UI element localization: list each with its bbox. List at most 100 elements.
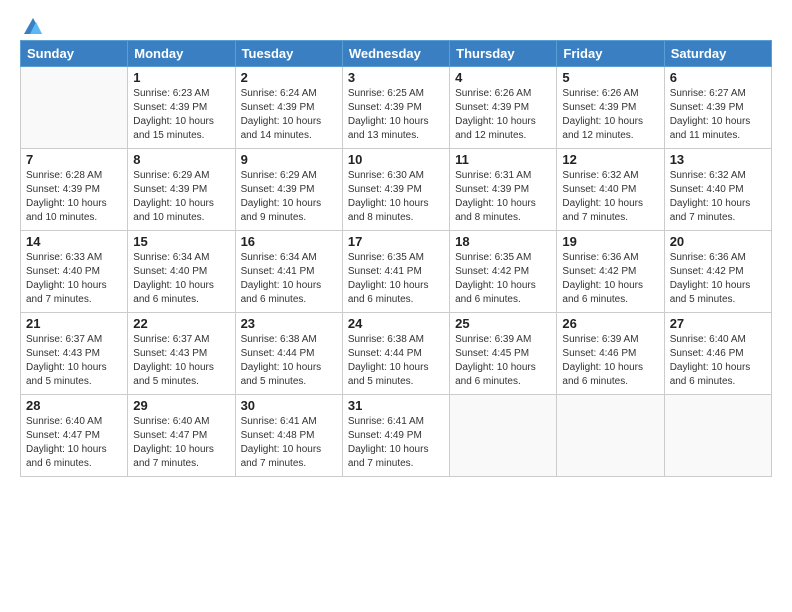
day-info: Sunrise: 6:41 AM Sunset: 4:48 PM Dayligh…: [241, 415, 337, 471]
calendar-cell: [557, 395, 664, 477]
calendar-cell: 9 Sunrise: 6:29 AM Sunset: 4:39 PM Daylig…: [235, 149, 342, 231]
calendar-table: SundayMondayTuesdayWednesdayThursdayFrid…: [20, 40, 772, 477]
day-info: Sunrise: 6:32 AM Sunset: 4:40 PM Dayligh…: [670, 169, 766, 225]
day-number: 13: [670, 152, 766, 167]
calendar-cell: 25Sunrise: 6:39 AM Sunset: 4:45 PM Dayli…: [450, 313, 557, 395]
calendar-cell: 1 Sunrise: 6:23 AM Sunset: 4:39 PM Daylig…: [128, 67, 235, 149]
calendar-cell: 31 Sunrise: 6:41 AM Sunset: 4:49 PM Dayli…: [342, 395, 449, 477]
day-info: Sunrise: 6:34 AM Sunset: 4:41 PM Dayligh…: [241, 251, 337, 307]
day-number: 19: [562, 234, 658, 249]
logo: [20, 18, 44, 34]
day-info: Sunrise: 6:41 AM Sunset: 4:49 PM Dayligh…: [348, 415, 444, 471]
day-info: Sunrise: 6:28 AM Sunset: 4:39 PM Dayligh…: [26, 169, 122, 225]
calendar-week-row: 1 Sunrise: 6:23 AM Sunset: 4:39 PM Daylig…: [21, 67, 772, 149]
day-number: 9: [241, 152, 337, 167]
page: SundayMondayTuesdayWednesdayThursdayFrid…: [0, 0, 792, 612]
day-info: Sunrise: 6:29 AM Sunset: 4:39 PM Dayligh…: [241, 169, 337, 225]
day-number: 2: [241, 70, 337, 85]
day-number: 28: [26, 398, 122, 413]
day-number: 8: [133, 152, 229, 167]
day-info: Sunrise: 6:30 AM Sunset: 4:39 PM Dayligh…: [348, 169, 444, 225]
day-info: Sunrise: 6:36 AM Sunset: 4:42 PM Dayligh…: [562, 251, 658, 307]
day-number: 11: [455, 152, 551, 167]
day-number: 1: [133, 70, 229, 85]
day-number: 15: [133, 234, 229, 249]
calendar-cell: 14 Sunrise: 6:33 AM Sunset: 4:40 PM Dayli…: [21, 231, 128, 313]
calendar-day-header: Thursday: [450, 41, 557, 67]
calendar-cell: 11 Sunrise: 6:31 AM Sunset: 4:39 PM Dayli…: [450, 149, 557, 231]
calendar-cell: 23 Sunrise: 6:38 AM Sunset: 4:44 PM Dayli…: [235, 313, 342, 395]
calendar-cell: 13 Sunrise: 6:32 AM Sunset: 4:40 PM Dayli…: [664, 149, 771, 231]
day-number: 20: [670, 234, 766, 249]
calendar-week-row: 14 Sunrise: 6:33 AM Sunset: 4:40 PM Dayli…: [21, 231, 772, 313]
day-number: 29: [133, 398, 229, 413]
calendar-cell: 5Sunrise: 6:26 AM Sunset: 4:39 PM Daylig…: [557, 67, 664, 149]
logo-icon: [22, 16, 44, 38]
day-info: Sunrise: 6:26 AM Sunset: 4:39 PM Dayligh…: [455, 87, 551, 143]
calendar-cell: 27 Sunrise: 6:40 AM Sunset: 4:46 PM Dayli…: [664, 313, 771, 395]
calendar-cell: [664, 395, 771, 477]
day-number: 17: [348, 234, 444, 249]
day-number: 23: [241, 316, 337, 331]
day-info: Sunrise: 6:25 AM Sunset: 4:39 PM Dayligh…: [348, 87, 444, 143]
calendar-cell: 30 Sunrise: 6:41 AM Sunset: 4:48 PM Dayli…: [235, 395, 342, 477]
day-number: 25: [455, 316, 551, 331]
calendar-week-row: 7 Sunrise: 6:28 AM Sunset: 4:39 PM Daylig…: [21, 149, 772, 231]
calendar-cell: 28 Sunrise: 6:40 AM Sunset: 4:47 PM Dayli…: [21, 395, 128, 477]
day-info: Sunrise: 6:36 AM Sunset: 4:42 PM Dayligh…: [670, 251, 766, 307]
day-info: Sunrise: 6:40 AM Sunset: 4:47 PM Dayligh…: [26, 415, 122, 471]
day-number: 31: [348, 398, 444, 413]
calendar-header-row: SundayMondayTuesdayWednesdayThursdayFrid…: [21, 41, 772, 67]
day-info: Sunrise: 6:38 AM Sunset: 4:44 PM Dayligh…: [348, 333, 444, 389]
calendar-day-header: Sunday: [21, 41, 128, 67]
calendar-cell: 26Sunrise: 6:39 AM Sunset: 4:46 PM Dayli…: [557, 313, 664, 395]
day-number: 7: [26, 152, 122, 167]
day-number: 24: [348, 316, 444, 331]
calendar-cell: 21 Sunrise: 6:37 AM Sunset: 4:43 PM Dayli…: [21, 313, 128, 395]
day-info: Sunrise: 6:23 AM Sunset: 4:39 PM Dayligh…: [133, 87, 229, 143]
day-number: 18: [455, 234, 551, 249]
day-number: 6: [670, 70, 766, 85]
calendar-cell: 12Sunrise: 6:32 AM Sunset: 4:40 PM Dayli…: [557, 149, 664, 231]
day-info: Sunrise: 6:34 AM Sunset: 4:40 PM Dayligh…: [133, 251, 229, 307]
calendar-cell: 18 Sunrise: 6:35 AM Sunset: 4:42 PM Dayli…: [450, 231, 557, 313]
day-number: 30: [241, 398, 337, 413]
day-number: 12: [562, 152, 658, 167]
calendar-day-header: Friday: [557, 41, 664, 67]
day-number: 16: [241, 234, 337, 249]
calendar-cell: 7 Sunrise: 6:28 AM Sunset: 4:39 PM Daylig…: [21, 149, 128, 231]
calendar-cell: [21, 67, 128, 149]
day-info: Sunrise: 6:40 AM Sunset: 4:47 PM Dayligh…: [133, 415, 229, 471]
calendar-cell: 24 Sunrise: 6:38 AM Sunset: 4:44 PM Dayli…: [342, 313, 449, 395]
calendar-cell: [450, 395, 557, 477]
calendar-cell: 10 Sunrise: 6:30 AM Sunset: 4:39 PM Dayli…: [342, 149, 449, 231]
day-number: 10: [348, 152, 444, 167]
calendar-cell: 20 Sunrise: 6:36 AM Sunset: 4:42 PM Dayli…: [664, 231, 771, 313]
calendar-cell: 8 Sunrise: 6:29 AM Sunset: 4:39 PM Daylig…: [128, 149, 235, 231]
day-info: Sunrise: 6:24 AM Sunset: 4:39 PM Dayligh…: [241, 87, 337, 143]
day-info: Sunrise: 6:39 AM Sunset: 4:46 PM Dayligh…: [562, 333, 658, 389]
calendar-week-row: 28 Sunrise: 6:40 AM Sunset: 4:47 PM Dayli…: [21, 395, 772, 477]
day-info: Sunrise: 6:29 AM Sunset: 4:39 PM Dayligh…: [133, 169, 229, 225]
day-info: Sunrise: 6:27 AM Sunset: 4:39 PM Dayligh…: [670, 87, 766, 143]
calendar-cell: 15 Sunrise: 6:34 AM Sunset: 4:40 PM Dayli…: [128, 231, 235, 313]
day-number: 22: [133, 316, 229, 331]
day-number: 5: [562, 70, 658, 85]
header: [20, 18, 772, 34]
day-info: Sunrise: 6:37 AM Sunset: 4:43 PM Dayligh…: [26, 333, 122, 389]
day-info: Sunrise: 6:35 AM Sunset: 4:42 PM Dayligh…: [455, 251, 551, 307]
day-info: Sunrise: 6:38 AM Sunset: 4:44 PM Dayligh…: [241, 333, 337, 389]
day-info: Sunrise: 6:33 AM Sunset: 4:40 PM Dayligh…: [26, 251, 122, 307]
day-number: 21: [26, 316, 122, 331]
calendar-day-header: Saturday: [664, 41, 771, 67]
day-number: 14: [26, 234, 122, 249]
calendar-cell: 19 Sunrise: 6:36 AM Sunset: 4:42 PM Dayli…: [557, 231, 664, 313]
day-info: Sunrise: 6:31 AM Sunset: 4:39 PM Dayligh…: [455, 169, 551, 225]
day-number: 3: [348, 70, 444, 85]
calendar-week-row: 21 Sunrise: 6:37 AM Sunset: 4:43 PM Dayli…: [21, 313, 772, 395]
calendar-cell: 6 Sunrise: 6:27 AM Sunset: 4:39 PM Daylig…: [664, 67, 771, 149]
day-info: Sunrise: 6:35 AM Sunset: 4:41 PM Dayligh…: [348, 251, 444, 307]
day-number: 27: [670, 316, 766, 331]
day-info: Sunrise: 6:40 AM Sunset: 4:46 PM Dayligh…: [670, 333, 766, 389]
calendar-cell: 2 Sunrise: 6:24 AM Sunset: 4:39 PM Daylig…: [235, 67, 342, 149]
